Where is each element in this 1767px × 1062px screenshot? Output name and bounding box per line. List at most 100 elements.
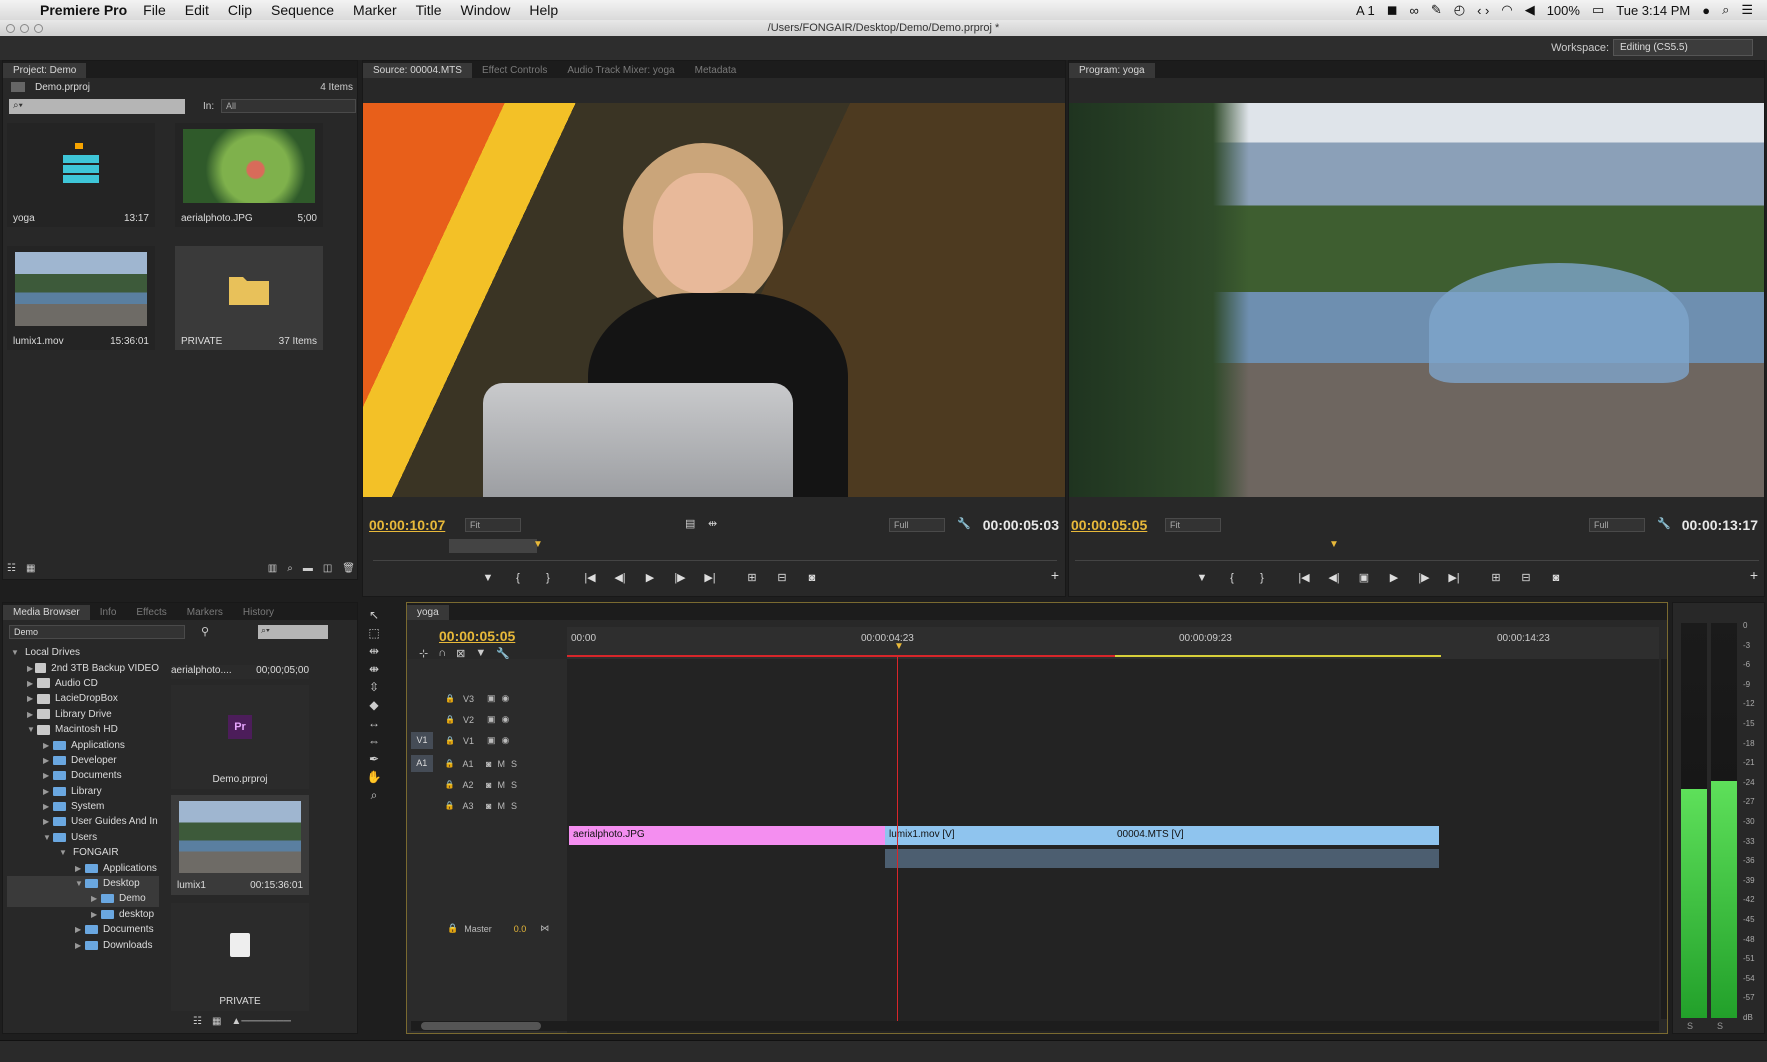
toggle-sync-lock-icon[interactable]: ◙ [486,780,491,790]
program-export-frame-icon[interactable]: ◙ [1541,569,1571,587]
program-timecode[interactable]: 00:00:05:05 [1071,517,1147,533]
program-mark-in-icon[interactable]: { [1217,569,1247,587]
mute-button[interactable]: M [497,801,505,811]
tab-timeline-yoga[interactable]: yoga [407,605,449,620]
tab-metadata[interactable]: Metadata [685,63,747,78]
program-play-inout-icon[interactable]: ▣ [1349,569,1379,587]
audio-clip-00004[interactable] [1113,849,1439,868]
solo-left-button[interactable]: S [1687,1021,1693,1031]
program-play-icon[interactable]: ▶ [1379,569,1409,587]
source-patch-a3[interactable] [411,797,433,814]
tree-item[interactable]: ▶ User Guides And In [7,814,159,829]
disclosure-arrow-icon[interactable]: ▼ [43,833,53,842]
track-lock-icon[interactable]: 🔒 [445,694,455,703]
menu-file[interactable]: File [143,2,166,18]
wifi-icon[interactable]: ◠ [1501,2,1512,18]
tree-item[interactable]: ▼ Users [7,830,159,845]
program-playhead-icon[interactable]: ▼ [1329,539,1339,550]
program-timeruler[interactable]: ▼ [1075,539,1759,561]
clip-aerialphoto[interactable]: aerialphoto.JPG [569,826,885,845]
step-forward-icon[interactable]: |▶ [665,569,695,587]
disclosure-arrow-icon[interactable]: ▶ [27,710,37,719]
master-lock-icon[interactable]: 🔒 [447,923,458,934]
source-timeruler[interactable]: ▼ [373,539,1057,561]
extract-icon[interactable]: ⊟ [1511,569,1541,587]
disclosure-arrow-icon[interactable]: ▶ [43,771,53,780]
pen-tool-icon[interactable]: ✒ [364,750,384,768]
menu-title[interactable]: Title [416,2,442,18]
menu-marker[interactable]: Marker [353,2,397,18]
source-quality-select[interactable]: Full [889,518,945,532]
media-list-view-icon[interactable]: ☷ [193,1016,202,1027]
track-lock-icon[interactable]: 🔒 [445,801,455,810]
track-lock-icon[interactable]: 🔒 [445,780,455,789]
tab-effect-controls[interactable]: Effect Controls [472,63,557,78]
menu-sequence[interactable]: Sequence [271,2,334,18]
go-to-in-icon[interactable]: |◀ [575,569,605,587]
timeline-v-scrollbar[interactable] [1661,659,1667,1019]
notification-icon[interactable]: ☰ [1741,2,1753,18]
step-back-icon[interactable]: ◀| [605,569,635,587]
overwrite-icon[interactable]: ⊟ [767,569,797,587]
source-patch-v3[interactable] [411,690,433,707]
source-timecode[interactable]: 00:00:10:07 [369,517,445,533]
track-lock-icon[interactable]: 🔒 [445,736,455,745]
trash-icon[interactable]: 🗑 [342,563,355,577]
track-name[interactable]: A3 [462,801,480,811]
menu-window[interactable]: Window [461,2,511,18]
mark-in-icon[interactable]: { [503,569,533,587]
eye-icon[interactable]: ◉ [501,714,509,725]
source-drag-icon[interactable]: ⇹ [708,517,717,530]
source-patch-v1[interactable]: V1 [411,732,433,749]
slip-tool-icon[interactable]: ↔ [364,714,384,732]
bin-item-private[interactable]: PRIVATE 37 Items [175,246,323,350]
dropbox-icon[interactable]: ◼ [1387,2,1398,18]
selection-tool-icon[interactable]: ↖ [364,606,384,624]
ripple-edit-tool-icon[interactable]: ⇹ [364,642,384,660]
in-select[interactable]: All [221,99,356,113]
media-search-input[interactable]: ⌕▾ [258,625,328,639]
toggle-sync-lock-icon[interactable]: ◙ [486,759,491,769]
tab-effects[interactable]: Effects [126,605,176,620]
clip-lumix1[interactable]: lumix1.mov [V] [885,826,1113,845]
zoom-tool-icon[interactable]: ⌕ [364,786,384,804]
media-item-aerialphoto[interactable]: aerialphoto.... 00;00;05;00 [171,665,309,679]
new-item-icon[interactable]: ◫ [323,563,332,577]
track-name[interactable]: V1 [463,736,481,746]
bin-item-yoga[interactable]: yoga 13:17 [7,123,155,227]
clock[interactable]: Tue 3:14 PM [1616,3,1690,18]
find-icon[interactable]: ⌕ [287,563,293,577]
media-item-private[interactable]: PRIVATE [171,903,309,1011]
eye-icon[interactable]: ◉ [501,735,509,746]
tree-item[interactable]: ▶ Documents [7,922,159,937]
toggle-sync-lock-icon[interactable]: ▣ [487,735,496,746]
solo-button[interactable]: S [511,780,517,790]
menu-help[interactable]: Help [529,2,558,18]
source-playhead-icon[interactable]: ▼ [533,539,543,550]
timeline-ruler[interactable]: 00:00 00:00:04:23 00:00:09:23 00:00:14:2… [567,627,1659,659]
project-search-input[interactable]: ⌕▾ [9,99,185,114]
toggle-sync-lock-icon[interactable]: ▣ [487,714,496,725]
program-quality-select[interactable]: Full [1589,518,1645,532]
play-icon[interactable]: ▶ [635,569,665,587]
close-window-icon[interactable] [6,24,15,33]
menu-clip[interactable]: Clip [228,2,252,18]
source-patch-a2[interactable] [411,776,433,793]
eye-icon[interactable]: ◉ [501,693,509,704]
media-item-demo-prproj[interactable]: Pr Demo.prproj [171,685,309,789]
disclosure-arrow-icon[interactable]: ▶ [75,925,85,934]
user-icon[interactable]: ● [1702,3,1710,18]
tab-history[interactable]: History [233,605,284,620]
disclosure-arrow-icon[interactable]: ▶ [75,864,85,873]
razor-tool-icon[interactable]: ◆ [364,696,384,714]
mute-button[interactable]: M [497,780,505,790]
tree-item[interactable]: ▶ Library Drive [7,707,159,722]
tree-item[interactable]: ▶ Documents [7,768,159,783]
tree-item[interactable]: ▼ Local Drives [7,645,159,660]
tree-item[interactable]: ▼ Desktop [7,875,159,892]
solo-button[interactable]: S [511,801,517,811]
tree-item[interactable]: ▶ Downloads [7,937,159,952]
disclosure-arrow-icon[interactable]: ▼ [11,648,21,657]
audio-clip-lumix1[interactable] [885,849,1113,868]
program-step-forward-icon[interactable]: |▶ [1409,569,1439,587]
